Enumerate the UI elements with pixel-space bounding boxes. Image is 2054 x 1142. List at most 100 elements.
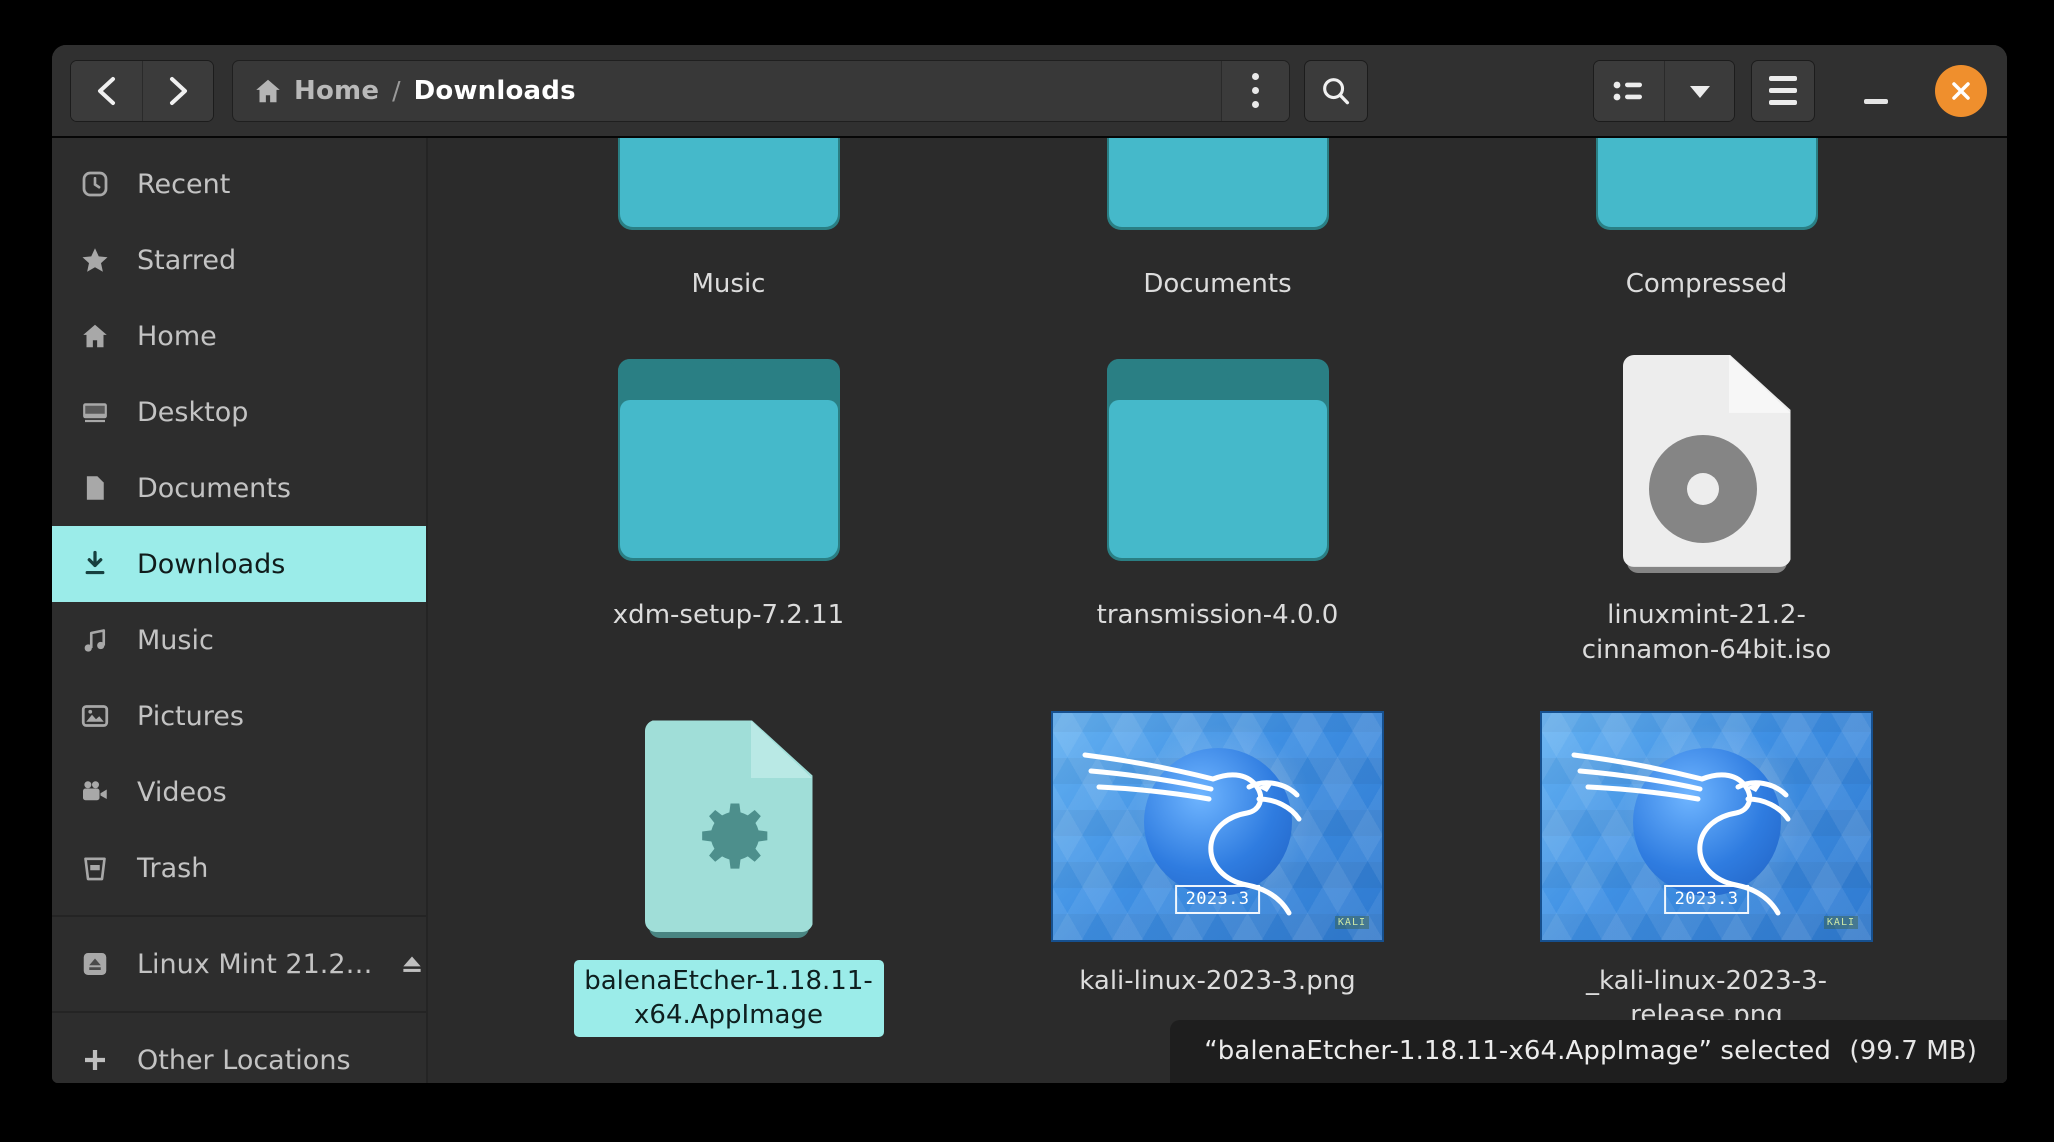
file-grid: Music Documents Compressed	[428, 138, 2007, 1037]
folder-icon	[618, 138, 840, 257]
sidebar-item-label: Downloads	[137, 549, 426, 580]
close-icon	[1947, 77, 1975, 105]
list-view-icon	[1612, 77, 1646, 105]
folder-icon	[1107, 333, 1329, 588]
file-item[interactable]: transmission-4.0.0	[973, 333, 1462, 671]
sidebar-item-linux-mint-drive[interactable]: Linux Mint 21.2…	[52, 926, 426, 1002]
thumbnail-version-label: 2023.3	[1664, 885, 1750, 914]
sidebar-divider	[52, 915, 426, 917]
status-size: (99.7 MB)	[1849, 1036, 1977, 1066]
sidebar-item-label: Music	[137, 625, 426, 656]
back-button[interactable]	[71, 61, 142, 121]
file-item[interactable]: Documents	[973, 138, 1462, 305]
view-options-button[interactable]	[1664, 61, 1734, 121]
minimize-button[interactable]	[1841, 60, 1911, 122]
file-item[interactable]: Music	[484, 138, 973, 305]
navigation-buttons	[70, 60, 214, 122]
document-icon	[78, 473, 112, 503]
sidebar-item-trash[interactable]: Trash	[52, 830, 426, 906]
sidebar-item-recent[interactable]: Recent	[52, 146, 426, 222]
image-thumbnail: 2023.3 KALI	[1540, 699, 1873, 954]
music-icon	[78, 625, 112, 655]
plus-icon	[78, 1045, 112, 1075]
clock-icon	[78, 169, 112, 199]
sidebar-item-desktop[interactable]: Desktop	[52, 374, 426, 450]
desktop-icon	[78, 397, 112, 427]
sidebar-item-label: Other Locations	[137, 1045, 426, 1076]
folder-icon	[1107, 138, 1329, 257]
sidebar-item-label: Home	[137, 321, 426, 352]
file-item-selected[interactable]: balenaEtcher-1.18.11-x64.AppImage	[484, 699, 973, 1037]
drive-icon	[78, 949, 112, 979]
file-item[interactable]: linuxmint-21.2-cinnamon-64bit.iso	[1462, 333, 1951, 671]
hamburger-icon	[1769, 76, 1797, 105]
sidebar-item-starred[interactable]: Starred	[52, 222, 426, 298]
image-thumbnail: 2023.3 KALI	[1051, 699, 1384, 954]
file-name: Music	[682, 263, 776, 305]
minimize-icon	[1864, 99, 1888, 104]
chevron-left-icon	[100, 79, 113, 103]
search-button[interactable]	[1304, 60, 1368, 122]
file-name: transmission-4.0.0	[1087, 594, 1349, 636]
eject-icon	[398, 950, 426, 978]
download-icon	[78, 549, 112, 579]
sidebar-item-label: Linux Mint 21.2…	[137, 949, 373, 980]
folder-icon	[618, 333, 840, 588]
sidebar-item-documents[interactable]: Documents	[52, 450, 426, 526]
home-icon	[78, 321, 112, 351]
sidebar-item-videos[interactable]: Videos	[52, 754, 426, 830]
breadcrumb-current[interactable]: Downloads	[414, 76, 576, 106]
sidebar-item-home[interactable]: Home	[52, 298, 426, 374]
search-icon	[1319, 74, 1353, 108]
file-name: kali-linux-2023-3.png	[1069, 960, 1365, 1002]
sidebar-item-other-locations[interactable]: Other Locations	[52, 1022, 426, 1083]
thumbnail-version-label: 2023.3	[1175, 885, 1261, 914]
file-name: Documents	[1133, 263, 1301, 305]
appimage-file-icon	[645, 699, 813, 954]
breadcrumb-separator: /	[390, 76, 402, 105]
picture-icon	[78, 701, 112, 731]
thumbnail-watermark: KALI	[1335, 916, 1369, 929]
path-bar: Home / Downloads	[232, 60, 1290, 122]
file-grid-area[interactable]: Music Documents Compressed	[428, 138, 2007, 1083]
view-mode-group	[1593, 60, 1735, 122]
forward-button[interactable]	[142, 61, 213, 121]
folder-icon	[1596, 138, 1818, 257]
path-menu-button[interactable]	[1221, 61, 1289, 121]
file-name: balenaEtcher-1.18.11-x64.AppImage	[574, 960, 884, 1037]
file-item[interactable]: 2023.3 KALI _kali-linux-2023-3-release.p…	[1462, 699, 1951, 1037]
iso-file-icon	[1623, 333, 1791, 588]
chevron-right-icon	[172, 79, 185, 103]
file-item[interactable]: xdm-setup-7.2.11	[484, 333, 973, 671]
file-item[interactable]: Compressed	[1462, 138, 1951, 305]
sidebar: Recent Starred Home Desktop	[52, 138, 428, 1083]
header-bar: Home / Downloads	[52, 45, 2007, 138]
list-view-button[interactable]	[1594, 61, 1664, 121]
trash-icon	[78, 853, 112, 883]
sidebar-item-label: Starred	[137, 245, 426, 276]
window-controls	[1593, 60, 1991, 122]
file-name: Compressed	[1616, 263, 1798, 305]
star-icon	[78, 245, 112, 275]
status-text: “balenaEtcher-1.18.11-x64.AppImage” sele…	[1204, 1036, 1831, 1066]
file-name: linuxmint-21.2-cinnamon-64bit.iso	[1552, 594, 1862, 671]
sidebar-item-music[interactable]: Music	[52, 602, 426, 678]
home-icon	[253, 76, 283, 106]
sidebar-divider	[52, 1011, 426, 1013]
sidebar-item-pictures[interactable]: Pictures	[52, 678, 426, 754]
main-menu-button[interactable]	[1751, 60, 1815, 122]
sidebar-item-label: Pictures	[137, 701, 426, 732]
sidebar-item-label: Desktop	[137, 397, 426, 428]
file-manager-window: Home / Downloads	[52, 45, 2007, 1083]
breadcrumb-home[interactable]: Home	[294, 76, 379, 106]
file-name: xdm-setup-7.2.11	[603, 594, 854, 636]
sidebar-item-label: Videos	[137, 777, 426, 808]
sidebar-item-label: Documents	[137, 473, 426, 504]
sidebar-item-downloads[interactable]: Downloads	[52, 526, 426, 602]
status-bar: “balenaEtcher-1.18.11-x64.AppImage” sele…	[1170, 1020, 2007, 1083]
breadcrumb: Home / Downloads	[233, 61, 1221, 121]
sidebar-item-label: Recent	[137, 169, 426, 200]
file-item[interactable]: 2023.3 KALI kali-linux-2023-3.png	[973, 699, 1462, 1037]
eject-button[interactable]	[398, 950, 426, 978]
close-button[interactable]	[1935, 65, 1987, 117]
